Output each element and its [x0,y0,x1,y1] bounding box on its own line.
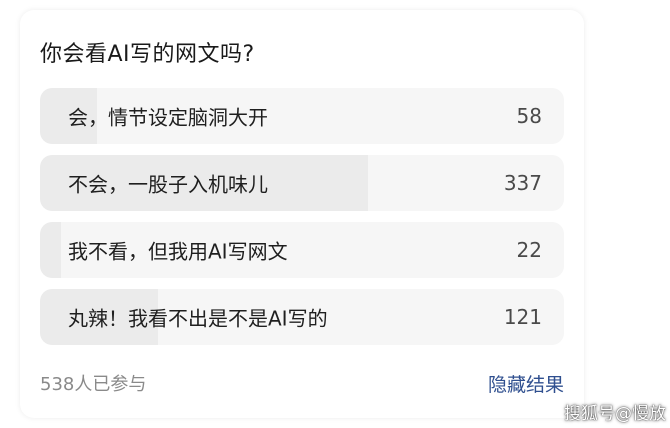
poll-card: 你会看AI写的网文吗? 会，情节设定脑洞大开 58 不会，一股子入机味儿 337… [20,10,584,418]
poll-option-count: 58 [516,104,542,128]
poll-option-label: 会，情节设定脑洞大开 [68,105,268,130]
participant-count: 538人已参与 [40,374,147,395]
poll-option-2[interactable]: 不会，一股子入机味儿 337 [40,155,564,211]
poll-option-count: 337 [503,171,542,195]
watermark: 搜狐号@慢放 [564,404,666,424]
poll-option-label: 不会，一股子入机味儿 [68,172,268,197]
poll-question: 你会看AI写的网文吗? [40,42,255,67]
poll-option-label: 我不看，但我用AI写网文 [68,239,288,264]
poll-option-4[interactable]: 丸辣！我看不出是不是AI写的 121 [40,289,564,345]
poll-option-3[interactable]: 我不看，但我用AI写网文 22 [40,222,564,278]
poll-option-label: 丸辣！我看不出是不是AI写的 [68,306,328,331]
screenshot-stage: 你会看AI写的网文吗? 会，情节设定脑洞大开 58 不会，一股子入机味儿 337… [0,0,670,428]
poll-option-count: 121 [503,305,542,329]
poll-option-1[interactable]: 会，情节设定脑洞大开 58 [40,88,564,144]
poll-option-count: 22 [516,238,542,262]
hide-results-link[interactable]: 隐藏结果 [488,370,564,397]
poll-option-result-bar [40,222,62,278]
